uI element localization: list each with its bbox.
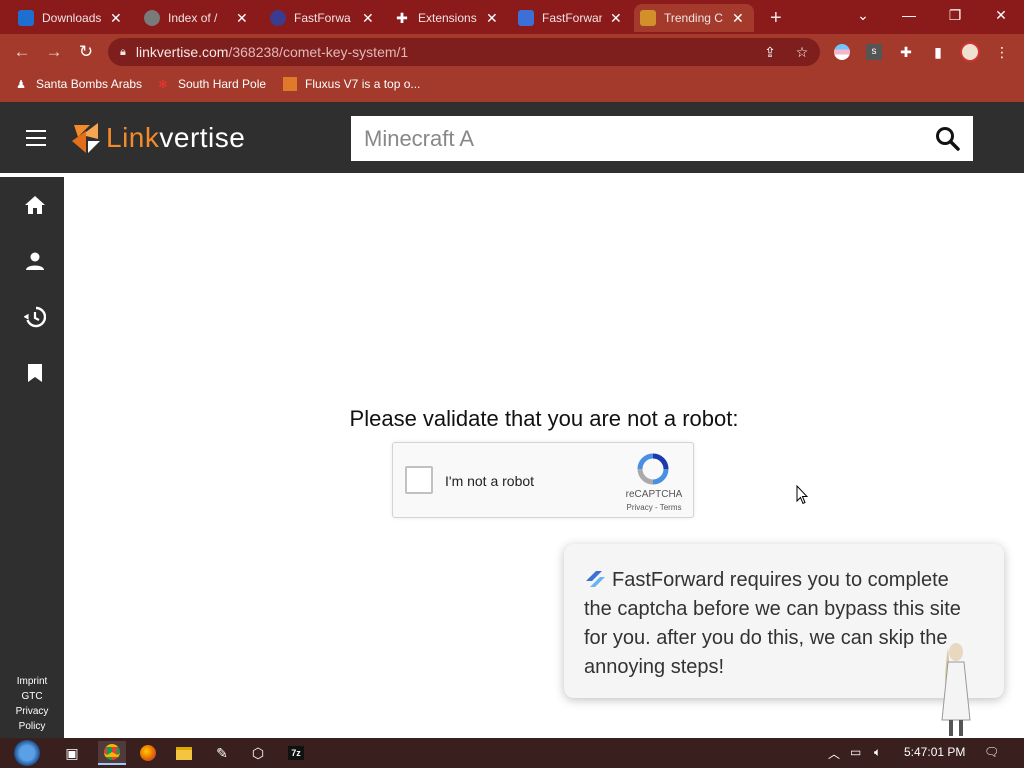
linkvertise-logo[interactable]: Linkvertise	[70, 121, 245, 155]
network-icon[interactable]: ▭	[850, 745, 861, 759]
hamburger-menu-icon[interactable]	[26, 130, 46, 146]
recaptcha-checkbox[interactable]	[405, 466, 433, 494]
person-icon[interactable]	[21, 247, 49, 275]
clock[interactable]: 5:47:01 PM	[904, 745, 965, 759]
search-input[interactable]	[351, 116, 935, 161]
url-host: linkvertise.com	[135, 44, 229, 60]
bookmark-item[interactable]: ♟ Santa Bombs Arabs	[14, 77, 142, 91]
bookmark-label: Santa Bombs Arabs	[36, 77, 143, 91]
mascot-figure-icon	[941, 643, 971, 736]
paint-tool-icon[interactable]: ✎	[208, 741, 236, 765]
privacy-policy-link[interactable]: Privacy Policy	[0, 704, 64, 734]
close-tab-icon[interactable]: ✕	[236, 10, 248, 27]
page-heading: Please validate that you are not a robot…	[349, 406, 739, 431]
tab-fastforward-1[interactable]: FastForwa ✕	[264, 4, 374, 32]
logo-text: Linkvertise	[106, 122, 246, 153]
avatar[interactable]	[960, 42, 980, 62]
notification-message: FastForward requires you to complete the…	[584, 569, 961, 678]
bookmark-item[interactable]: ✻ South Hard Pole	[156, 77, 266, 91]
back-icon[interactable]: ←	[10, 40, 34, 64]
close-tab-icon[interactable]: ✕	[486, 10, 498, 27]
tab-trending[interactable]: Trending C ✕	[634, 4, 754, 32]
fastforward-favicon-icon	[518, 10, 534, 26]
chrome-taskbar-icon[interactable]	[98, 741, 126, 765]
tab-fastforward-2[interactable]: FastForwar ✕	[512, 4, 622, 32]
site-header: Linkvertise	[0, 102, 1024, 173]
side-panel-icon[interactable]: ▮	[928, 42, 948, 62]
santa-icon: ♟	[16, 78, 26, 91]
lock-icon: 🔒︎	[120, 45, 126, 58]
puzzle-favicon-icon: ✚	[396, 9, 408, 26]
address-bar[interactable]: 🔒︎ linkvertise.com/368238/comet-key-syst…	[108, 38, 820, 66]
recaptcha-privacy-terms[interactable]: Privacy - Terms	[619, 503, 689, 512]
mouse-cursor-icon	[796, 485, 808, 505]
seven-zip-icon[interactable]: 7z	[282, 741, 310, 765]
home-icon[interactable]	[21, 191, 49, 219]
tab-strip: Downloads ✕ Index of / ✕ FastForwa ✕ ✚ E…	[0, 0, 1024, 34]
fastforward-favicon-icon	[270, 10, 286, 26]
tab-title: Downloads	[42, 11, 102, 25]
volume-icon[interactable]: 🔈︎	[874, 745, 881, 760]
bookmark-label: South Hard Pole	[178, 77, 267, 91]
search-icon[interactable]	[935, 126, 961, 152]
tab-extensions[interactable]: ✚ Extensions ✕	[388, 4, 498, 32]
snowflake-icon: ✻	[158, 78, 168, 91]
tab-index[interactable]: Index of / ✕	[138, 4, 248, 32]
url-path: /368238/comet-key-system/1	[228, 44, 409, 60]
star-icon[interactable]: ☆	[792, 42, 812, 62]
linkvertise-mark-icon	[72, 123, 100, 153]
tab-title: FastForwar	[542, 11, 602, 25]
forward-icon[interactable]: →	[42, 40, 66, 64]
trending-favicon-icon	[640, 10, 656, 26]
file-explorer-icon[interactable]	[170, 741, 198, 765]
recaptcha-widget: I'm not a robot reCAPTCHA Privacy - Term…	[392, 442, 694, 518]
share-icon[interactable]: ⇪	[760, 42, 780, 62]
close-tab-icon[interactable]: ✕	[362, 10, 374, 27]
fastforward-icon	[586, 571, 605, 587]
bookmark-label: Fluxus V7 is a top o...	[305, 77, 421, 91]
tab-downloads[interactable]: Downloads ✕	[12, 4, 122, 32]
extension-s-icon[interactable]: s	[864, 42, 884, 62]
tab-title: FastForwa	[294, 11, 351, 25]
recaptcha-logo-icon	[637, 453, 669, 485]
side-footer-links: Imprint GTC Privacy Policy	[0, 674, 64, 734]
toolbar: ← → ↻ 🔒︎ linkvertise.com/368238/comet-ke…	[0, 34, 1024, 70]
taskbar: ▣ ✎ ⬡ 7z ︿ ▭ 🔈︎ 5:47:01 PM 🗨︎	[0, 738, 1024, 768]
close-tab-icon[interactable]: ✕	[732, 10, 744, 27]
imprint-link[interactable]: Imprint	[0, 674, 64, 689]
recaptcha-brand: reCAPTCHA	[625, 489, 683, 500]
puzzle-icon[interactable]: ✚	[896, 42, 916, 62]
close-window-icon[interactable]: ✕	[978, 0, 1024, 30]
recaptcha-label: I'm not a robot	[445, 473, 535, 489]
show-hidden-icons-icon[interactable]: ︿	[828, 745, 840, 762]
bookmark-icon[interactable]	[21, 359, 49, 387]
search-bar	[351, 116, 973, 161]
globe-favicon-icon	[144, 10, 160, 26]
fluxus-icon	[283, 77, 297, 91]
bookmarks-bar: ♟ Santa Bombs Arabs ✻ South Hard Pole Fl…	[0, 70, 1024, 102]
task-view-icon[interactable]: ▣	[58, 741, 86, 765]
start-button-icon[interactable]	[10, 738, 44, 768]
minimize-icon[interactable]: —	[886, 0, 932, 30]
close-tab-icon[interactable]: ✕	[610, 10, 622, 27]
gtc-link[interactable]: GTC	[0, 689, 64, 704]
menu-kebab-icon[interactable]: ⋮	[992, 42, 1012, 62]
close-tab-icon[interactable]: ✕	[110, 10, 122, 27]
notifications-icon[interactable]: 🗨︎	[984, 745, 999, 759]
restore-icon[interactable]: ❐	[932, 0, 978, 30]
tab-search-icon[interactable]: ⌄	[840, 0, 886, 30]
cube-app-icon[interactable]: ⬡	[244, 741, 272, 765]
tab-title: Trending C	[664, 11, 723, 25]
firefox-taskbar-icon[interactable]	[134, 741, 162, 765]
tab-title: Extensions	[418, 11, 477, 25]
new-tab-button[interactable]: +	[764, 4, 782, 32]
reload-icon[interactable]: ↻	[74, 40, 98, 64]
side-navigation: Imprint GTC Privacy Policy	[0, 177, 64, 738]
tab-title: Index of /	[168, 11, 218, 25]
downloads-favicon-icon	[18, 10, 34, 26]
extension-flag-icon[interactable]	[832, 42, 852, 62]
history-icon[interactable]	[21, 303, 49, 331]
bookmark-item[interactable]: Fluxus V7 is a top o...	[283, 77, 420, 91]
